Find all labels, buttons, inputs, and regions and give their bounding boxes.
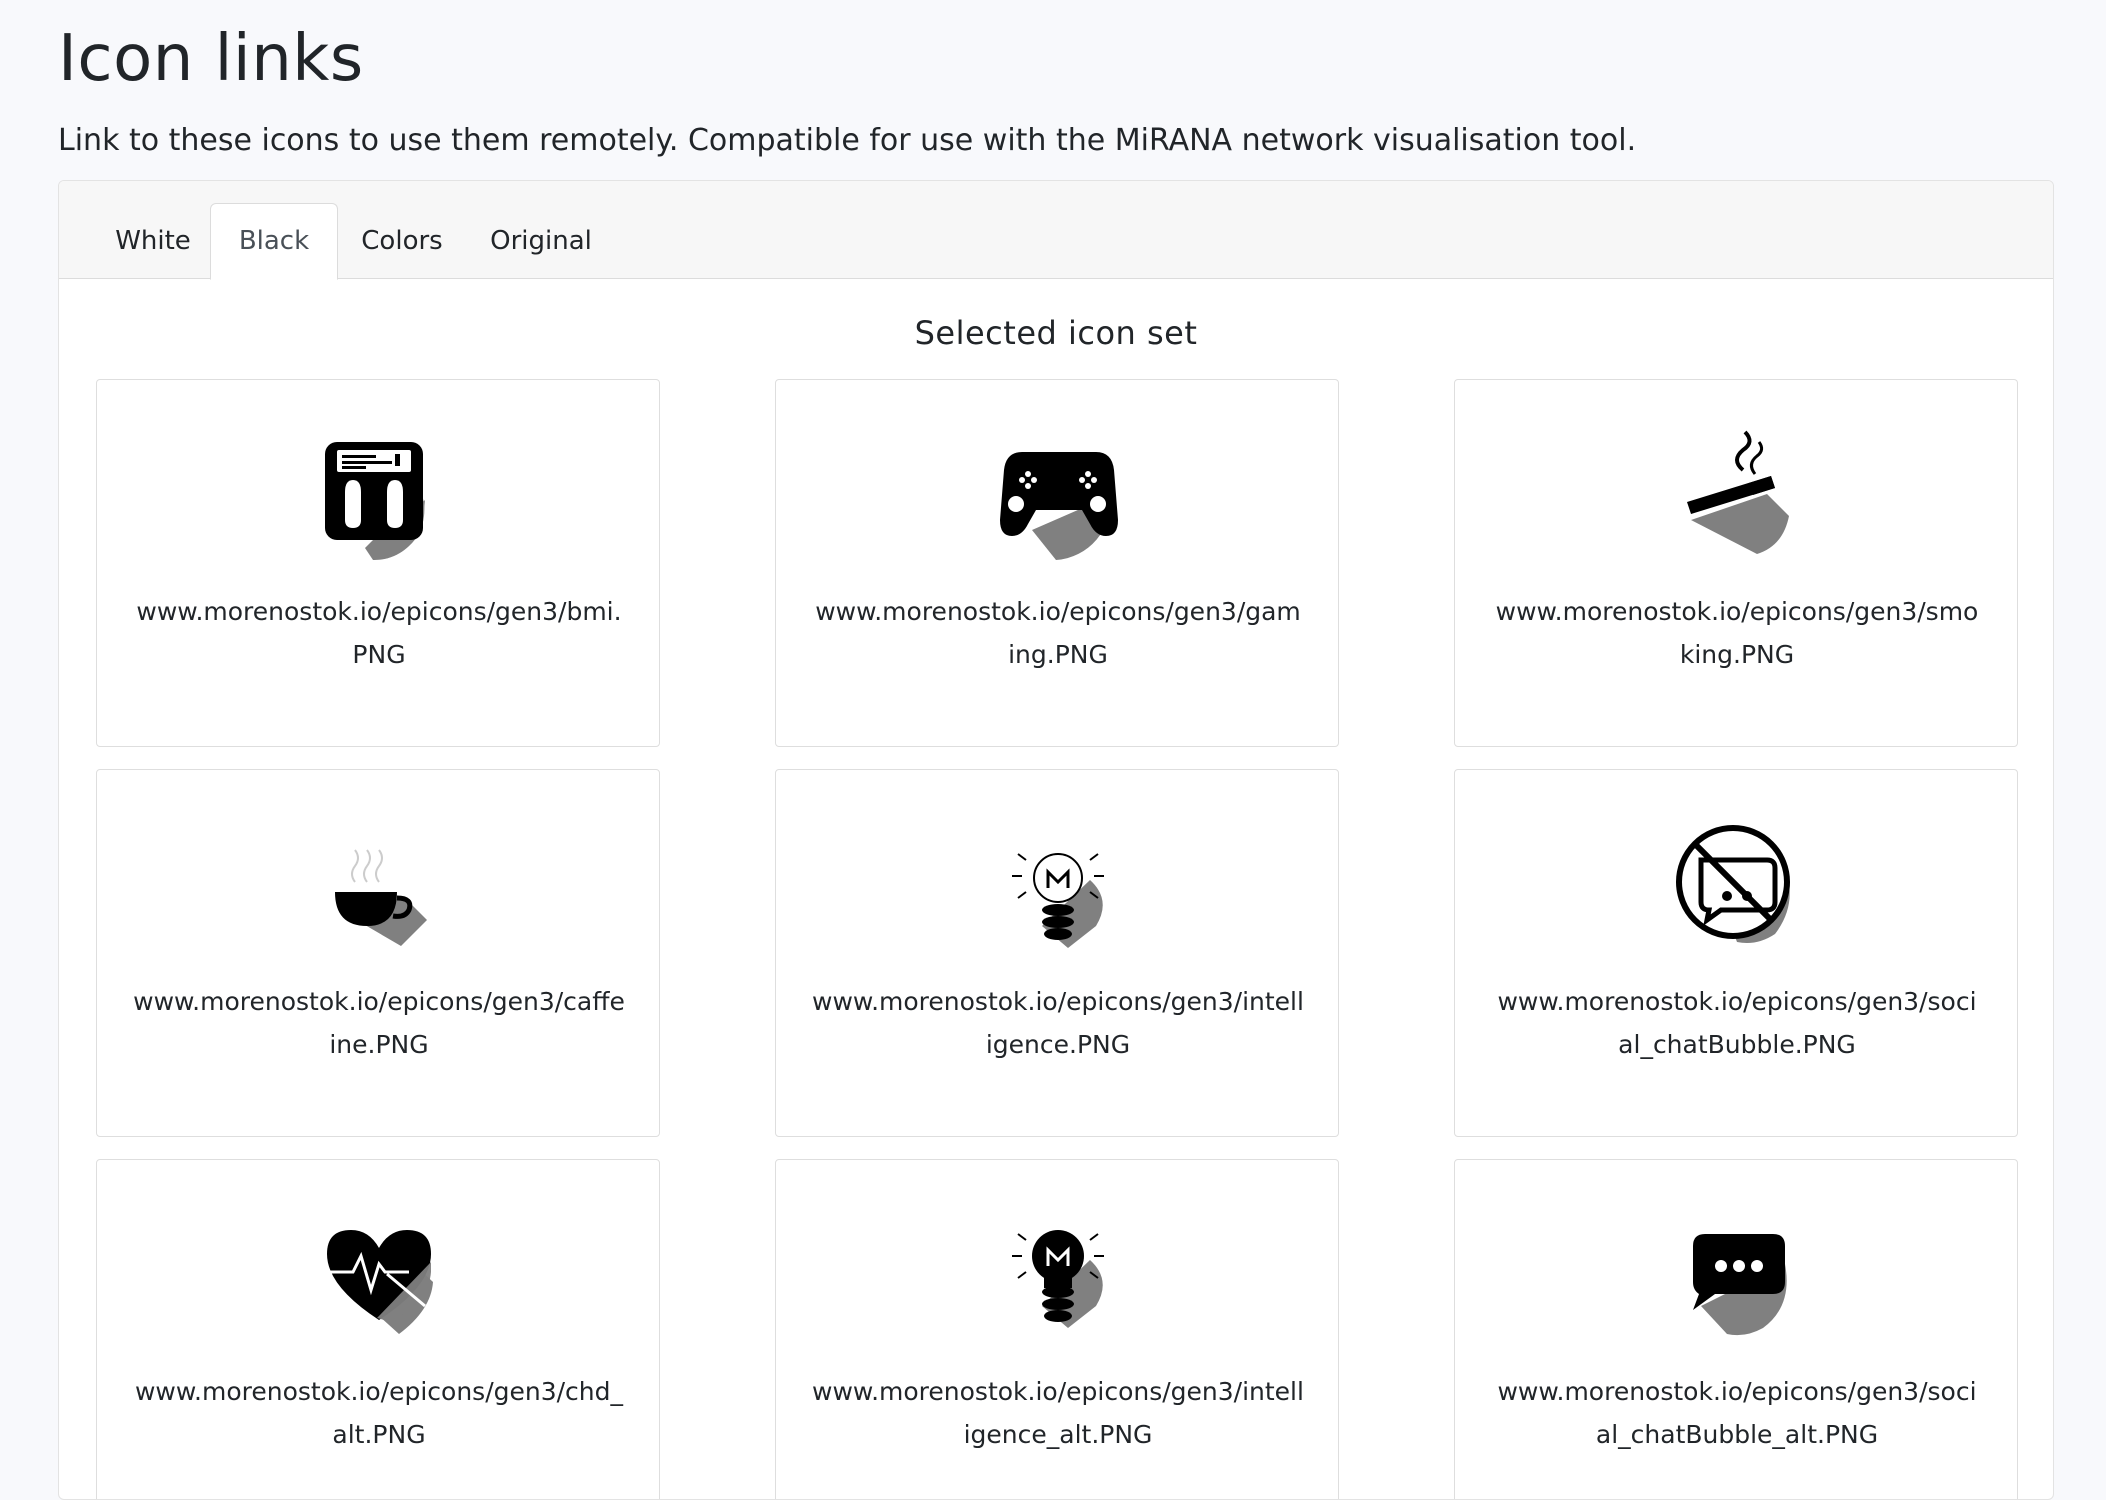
tab-black[interactable]: Black <box>210 203 338 280</box>
icon-card-chd: www.morenostok.io/epicons/gen3/chd_alt.P… <box>96 1159 660 1499</box>
no-chat-bubble-icon[interactable] <box>1671 820 1803 952</box>
icon-url-link[interactable]: www.morenostok.io/epicons/gen3/smoking.P… <box>1491 590 1983 676</box>
icon-url-link[interactable]: www.morenostok.io/epicons/gen3/intellige… <box>812 1370 1304 1456</box>
icon-card-bmi: www.morenostok.io/epicons/gen3/bmi.PNG <box>96 379 660 747</box>
icon-url-link[interactable]: www.morenostok.io/epicons/gen3/bmi.PNG <box>133 590 625 676</box>
page-title: Icon links <box>58 22 364 96</box>
smoking-cigarette-icon[interactable] <box>1671 430 1803 562</box>
intelligence-bulb-icon[interactable] <box>992 830 1124 962</box>
icon-card-social-chat-alt: www.morenostok.io/epicons/gen3/social_ch… <box>1454 1159 2018 1499</box>
section-title: Selected icon set <box>914 314 1198 352</box>
icon-url-link[interactable]: www.morenostok.io/epicons/gen3/social_ch… <box>1491 980 1983 1066</box>
icon-url-link[interactable]: www.morenostok.io/epicons/gen3/chd_alt.P… <box>133 1370 625 1456</box>
caffeine-cup-icon[interactable] <box>313 830 445 962</box>
icon-set-card: White Black Colors Original Selected ico… <box>58 180 2054 1500</box>
tab-white[interactable]: White <box>96 203 210 279</box>
icon-card-intelligence: www.morenostok.io/epicons/gen3/intellige… <box>775 769 1339 1137</box>
icon-card-caffeine: www.morenostok.io/epicons/gen3/caffeine.… <box>96 769 660 1137</box>
icon-url-link[interactable]: www.morenostok.io/epicons/gen3/intellige… <box>812 980 1304 1066</box>
icon-card-social-chat: www.morenostok.io/epicons/gen3/social_ch… <box>1454 769 2018 1137</box>
icon-url-link[interactable]: www.morenostok.io/epicons/gen3/caffeine.… <box>133 980 625 1066</box>
dark-bulb-icon[interactable] <box>992 1210 1124 1342</box>
icon-url-link[interactable]: www.morenostok.io/epicons/gen3/social_ch… <box>1491 1370 1983 1456</box>
icon-card-smoking: www.morenostok.io/epicons/gen3/smoking.P… <box>1454 379 2018 747</box>
bmi-scale-icon[interactable] <box>313 430 445 562</box>
page-subtitle: Link to these icons to use them remotely… <box>58 123 1637 158</box>
chat-bubble-dots-icon[interactable] <box>1671 1210 1803 1342</box>
gaming-controller-icon[interactable] <box>992 430 1124 562</box>
icon-card-intelligence-alt: www.morenostok.io/epicons/gen3/intellige… <box>775 1159 1339 1499</box>
icon-url-link[interactable]: www.morenostok.io/epicons/gen3/gaming.PN… <box>812 590 1304 676</box>
tab-bar: White Black Colors Original <box>59 181 2053 280</box>
tab-colors[interactable]: Colors <box>338 203 466 279</box>
heart-pulse-icon[interactable] <box>313 1210 445 1342</box>
icon-card-gaming: www.morenostok.io/epicons/gen3/gaming.PN… <box>775 379 1339 747</box>
tab-original[interactable]: Original <box>466 203 616 279</box>
